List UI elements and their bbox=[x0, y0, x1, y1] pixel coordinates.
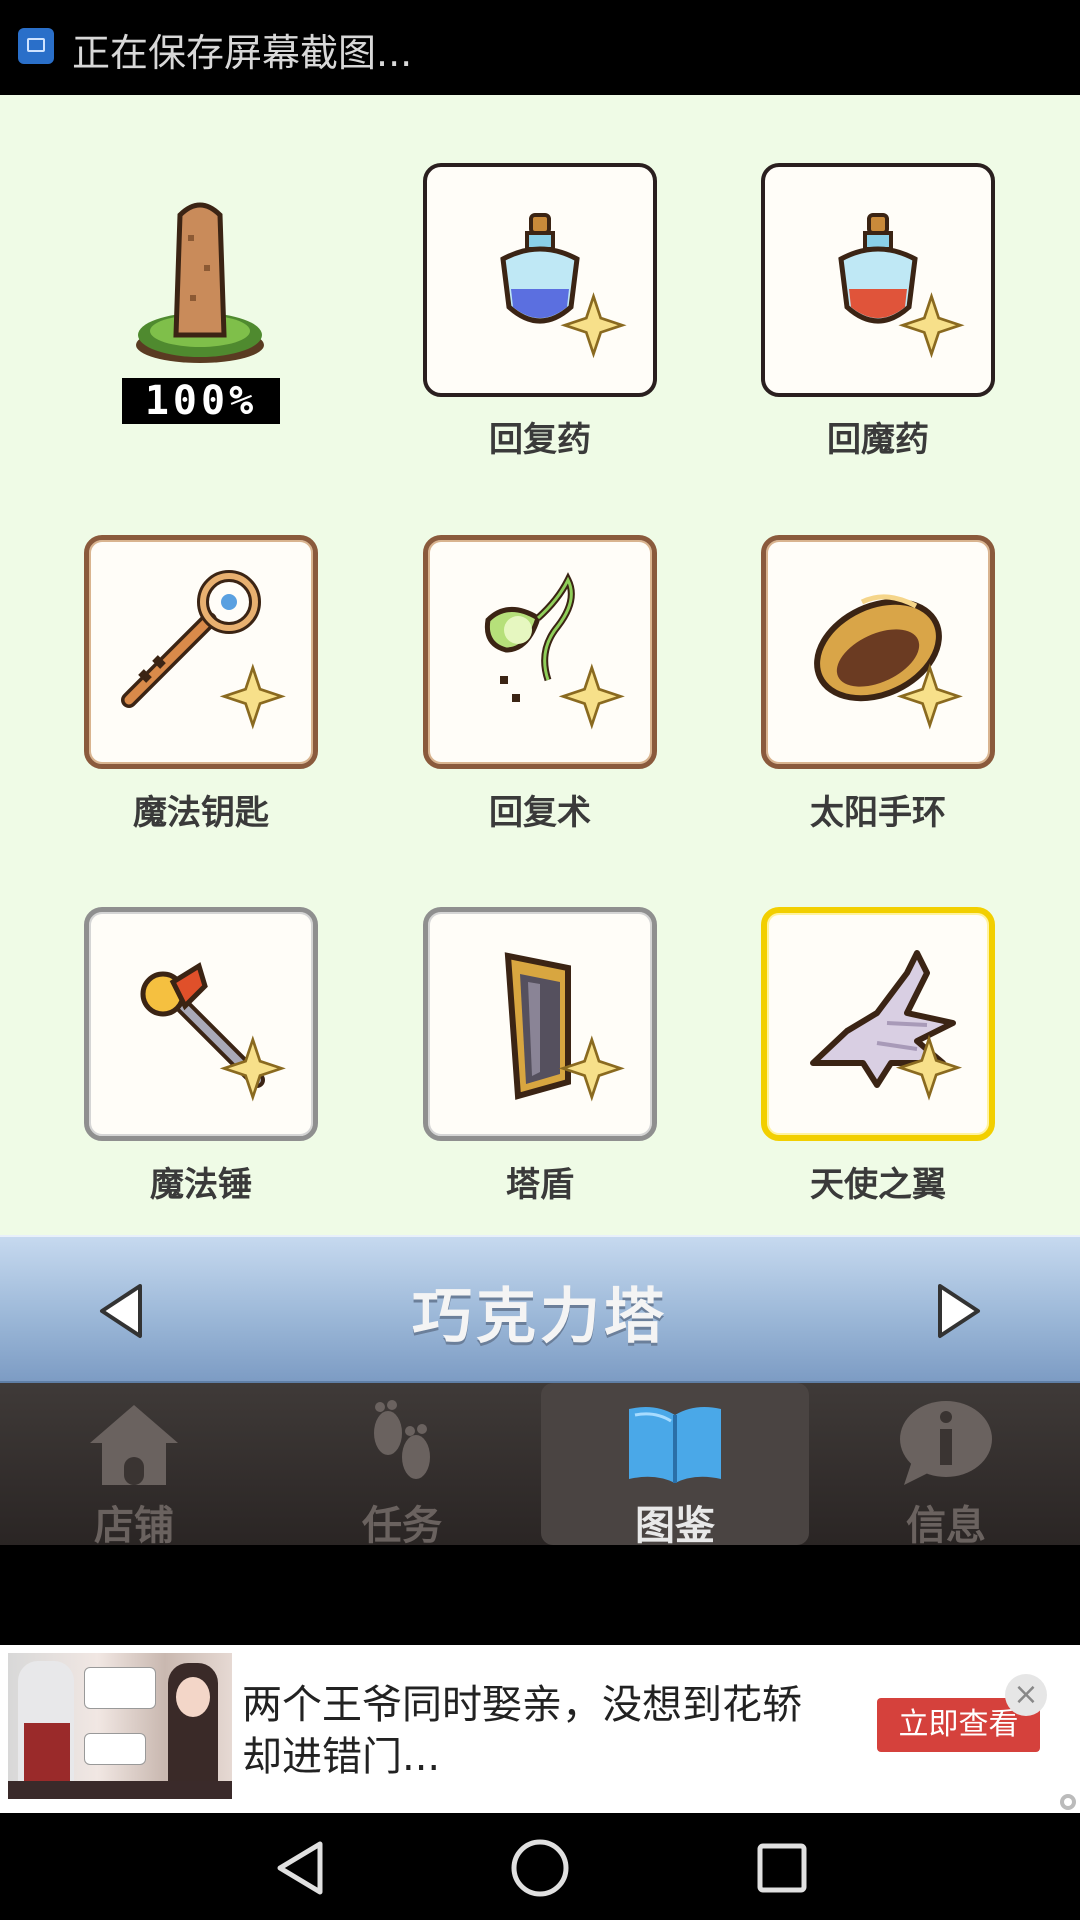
info-bubble-icon bbox=[900, 1401, 992, 1485]
red-potion-icon bbox=[838, 213, 965, 359]
wing-icon bbox=[810, 950, 963, 1101]
footprints-icon bbox=[374, 1400, 430, 1479]
nav-label: 店铺 bbox=[94, 1503, 174, 1549]
item-label: 回复术 bbox=[489, 793, 591, 833]
back-icon[interactable] bbox=[270, 1838, 330, 1898]
item-label: 太阳手环 bbox=[810, 793, 946, 833]
item-card-tower-shield[interactable] bbox=[423, 907, 657, 1141]
blue-potion-icon bbox=[500, 213, 627, 359]
hammer-icon bbox=[140, 962, 286, 1102]
home-icon[interactable] bbox=[508, 1836, 572, 1900]
floor-title: 巧克力塔 bbox=[412, 1282, 668, 1352]
shield-icon bbox=[504, 952, 625, 1102]
recents-icon[interactable] bbox=[752, 1838, 812, 1898]
item-label: 回复药 bbox=[489, 420, 591, 460]
next-arrow-icon[interactable] bbox=[936, 1282, 984, 1340]
nav-tab-quests[interactable]: 任务 bbox=[268, 1383, 536, 1549]
completion-percent: 100% bbox=[122, 378, 280, 424]
item-card-magic-key[interactable] bbox=[84, 535, 318, 769]
item-card-magic-hammer[interactable] bbox=[84, 907, 318, 1141]
ad-close-button[interactable]: × bbox=[1005, 1674, 1047, 1716]
screenshot-icon bbox=[18, 28, 54, 64]
book-icon bbox=[629, 1407, 721, 1483]
nav-tab-encyclopedia[interactable]: 图鉴 bbox=[541, 1383, 809, 1549]
item-card-mana-potion[interactable] bbox=[761, 163, 995, 397]
item-card-heal-spell[interactable] bbox=[423, 535, 657, 769]
black-spacer bbox=[0, 1545, 1080, 1645]
ad-headline-line1[interactable]: 两个王爷同时娶亲，没想到花轿 bbox=[242, 1672, 802, 1730]
ad-info-icon[interactable] bbox=[1058, 1792, 1078, 1812]
nav-label: 任务 bbox=[362, 1503, 442, 1549]
item-label: 魔法锤 bbox=[150, 1165, 252, 1205]
ad-image[interactable] bbox=[8, 1653, 232, 1799]
house-icon bbox=[90, 1405, 178, 1485]
nav-tab-info[interactable]: 信息 bbox=[812, 1383, 1080, 1549]
item-label: 回魔药 bbox=[827, 420, 929, 460]
magic-key-icon bbox=[121, 570, 286, 730]
nav-tab-shop[interactable]: 店铺 bbox=[0, 1383, 268, 1549]
item-card-sun-bracelet[interactable] bbox=[761, 535, 995, 769]
status-text: 正在保存屏幕截图... bbox=[72, 31, 413, 75]
item-card-recovery-potion[interactable] bbox=[423, 163, 657, 397]
item-card-angel-wing[interactable] bbox=[761, 907, 995, 1141]
ad-headline-line2[interactable]: 却进错门... bbox=[242, 1724, 440, 1782]
item-label: 天使之翼 bbox=[810, 1165, 946, 1205]
nav-label: 图鉴 bbox=[635, 1503, 715, 1549]
heal-spell-icon bbox=[484, 572, 625, 730]
bracelet-icon bbox=[814, 594, 963, 730]
tower-icon bbox=[136, 202, 264, 363]
nav-label: 信息 bbox=[906, 1503, 986, 1549]
item-label: 魔法钥匙 bbox=[133, 793, 269, 833]
item-label: 塔盾 bbox=[506, 1165, 574, 1205]
